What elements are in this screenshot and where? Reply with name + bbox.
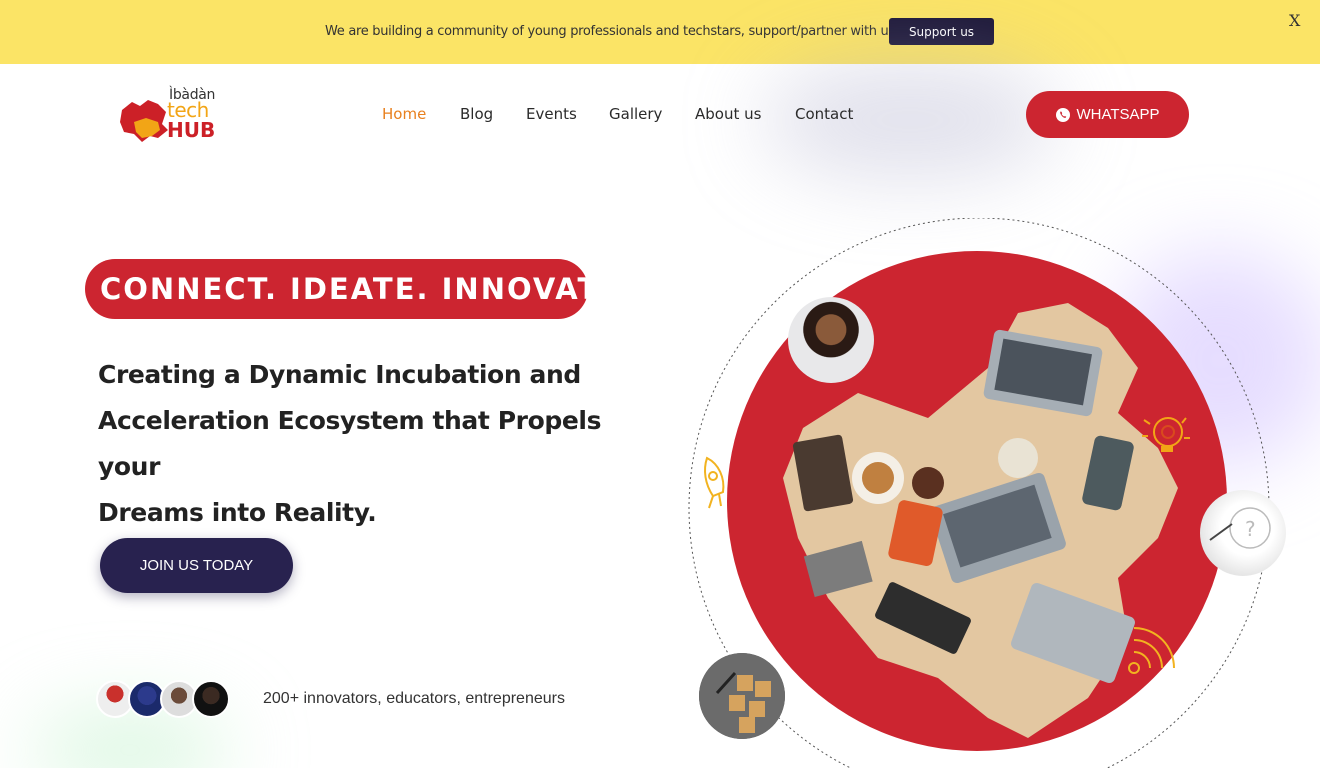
svg-text:?: ? [1245,517,1256,541]
nav-blog[interactable]: Blog [460,105,493,123]
support-us-button[interactable]: Support us [889,18,994,45]
whatsapp-icon [1056,107,1071,122]
community-count-text: 200+ innovators, educators, entrepreneur… [263,690,565,707]
sticky-notes-icon [699,653,785,739]
avatar [192,680,230,718]
rocket-icon [704,456,725,509]
decorative-glow [30,710,230,768]
question-lightbulb-bubble: ? [1200,490,1286,576]
hero-tagline: CONNECT. IDEATE. INNOVATE. [85,259,632,319]
sticky-notes-bubble [699,653,785,739]
headline-line: Creating a Dynamic Incubation and [98,360,581,389]
hero-illustration: ? [688,217,1288,768]
nav-gallery[interactable]: Gallery [609,105,662,123]
logo-map-icon [120,100,168,142]
close-announcement-button[interactable]: X [1289,11,1300,30]
hero-headline: Creating a Dynamic Incubation and Accele… [98,352,658,536]
logo-text-tech: tech [167,98,209,122]
nav-about-us[interactable]: About us [695,105,761,123]
whatsapp-button[interactable]: WHATSAPP [1026,91,1189,138]
headline-line: Acceleration Ecosystem that Propels your [98,406,602,481]
community-avatars [96,680,236,718]
headline-line: Dreams into Reality. [98,498,377,527]
nav-events[interactable]: Events [526,105,577,123]
nav-home[interactable]: Home [382,105,426,123]
lightbulb-icon: ? [1209,507,1271,549]
site-logo[interactable]: Ìbàdàn tech HUB [116,86,226,146]
portrait-bubble [788,297,874,383]
announcement-bar: We are building a community of young pro… [0,0,1320,64]
logo-text-hub: HUB [167,118,216,142]
whatsapp-label: WHATSAPP [1076,106,1160,123]
nav-contact[interactable]: Contact [795,105,853,123]
lightbulb-gear-icon [1142,417,1190,452]
join-us-button[interactable]: JOIN US TODAY [100,538,293,593]
announcement-text: We are building a community of young pro… [325,24,899,39]
signal-icon [1128,627,1175,674]
